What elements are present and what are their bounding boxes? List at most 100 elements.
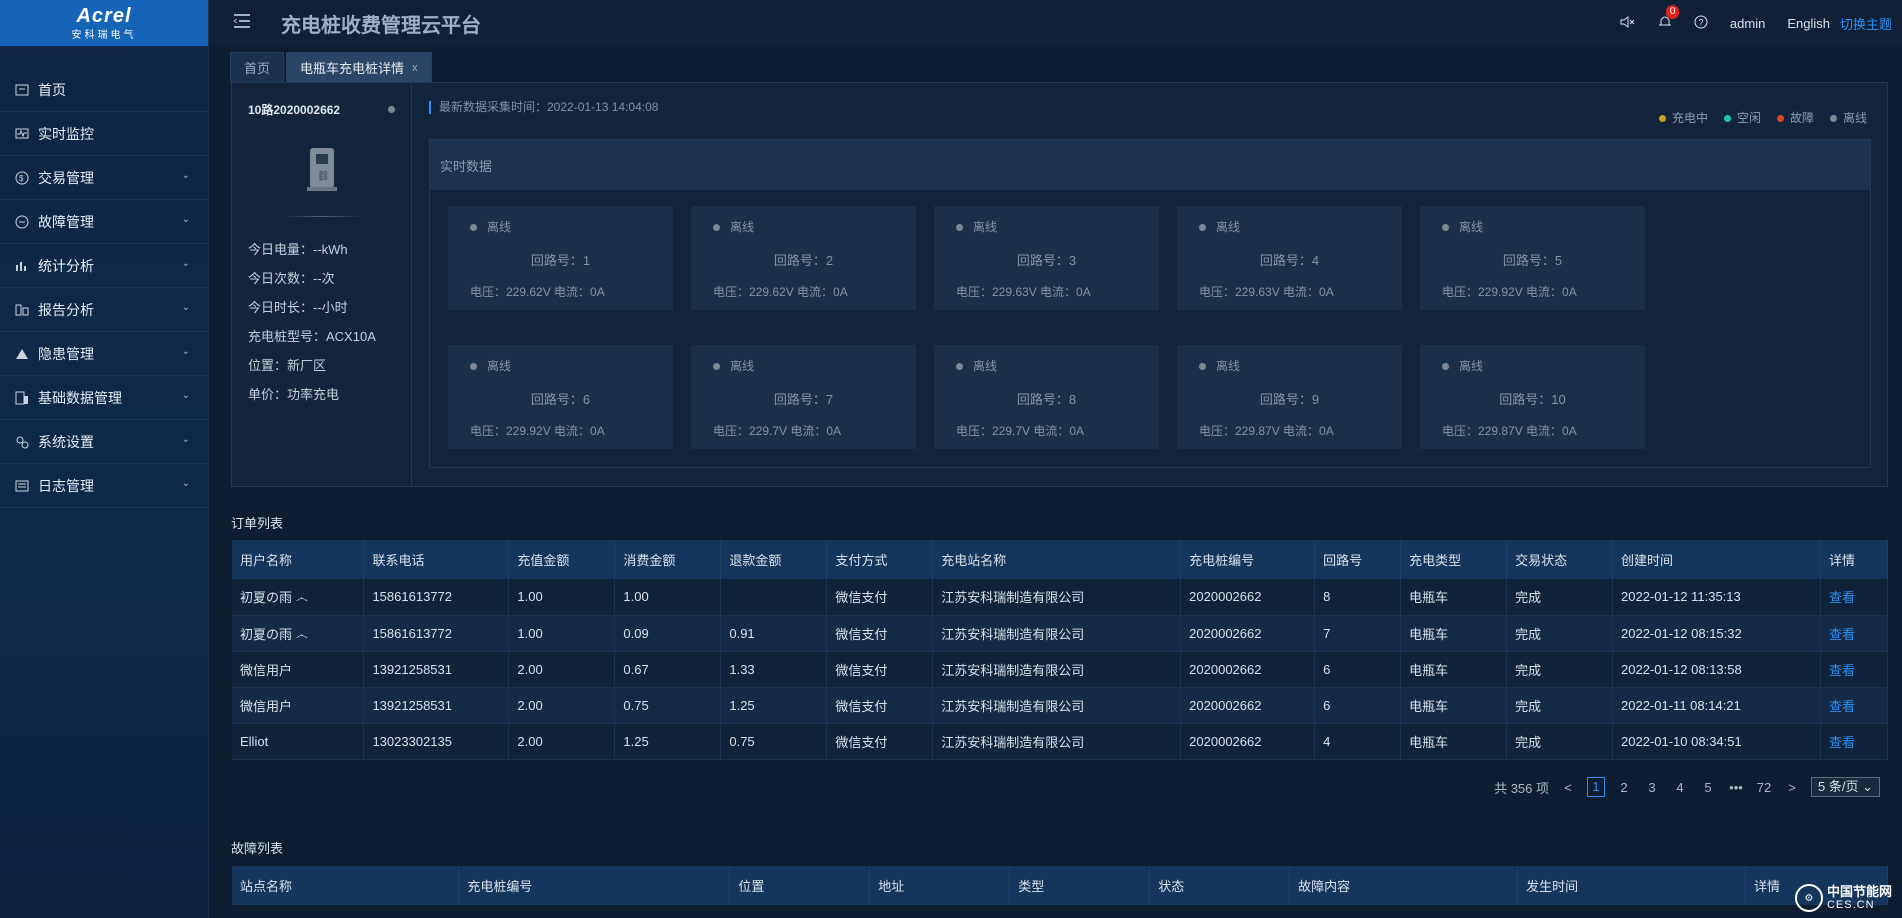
page-button[interactable]: 3 [1643,780,1661,795]
loop-number: 回路号：1 [530,253,591,268]
page-button-last[interactable]: 72 [1755,780,1773,795]
sidebar-item-basic-data[interactable]: 基础数据管理 ⌄ [0,376,208,420]
menu-toggle-icon[interactable] [233,13,253,33]
view-link[interactable]: 查看 [1820,615,1889,652]
user-menu[interactable]: admin [1730,16,1765,31]
realtime-title: 实时数据 [430,140,1870,190]
status-label: 离线 [973,359,998,373]
cell-time: 2022-01-12 08:13:58 [1612,651,1821,688]
loop-card[interactable]: 离线 回路号：3 电压：229.63V 电流：0A [934,206,1159,310]
loop-card[interactable]: 离线 回路号：8 电压：229.7V 电流：0A [934,345,1159,449]
chevron-down-icon: ⌄ [181,302,190,313]
more-pages-button[interactable]: ••• [1727,780,1745,795]
cell-payment: 微信支付 [826,579,934,616]
cell-time: 2022-01-11 08:14:21 [1612,687,1821,724]
page-size-select[interactable]: 5 条/页 ⌄ [1811,777,1880,797]
sidebar-item-settings[interactable]: 系统设置 ⌄ [0,420,208,464]
cell-user: 微信用户 [232,687,365,724]
acrel-logo[interactable]: Acrel 安科瑞电气 [0,0,208,46]
close-icon[interactable]: x [412,62,418,74]
sidebar-item-monitor[interactable]: 实时监控 [0,112,208,156]
sidebar: Acrel 安科瑞电气 首页 实时监控 $ 交易管理 ⌄ 故障管理 ⌄ 统计分析 ⌄ 报… [0,0,209,918]
view-link[interactable]: 查看 [1820,723,1889,760]
station-stats: 今日电量：--kWh 今日次数：--次 今日时长：--小时 充电桩型号：ACX1… [248,235,376,409]
loop-card[interactable]: 离线 回路号：2 电压：229.62V 电流：0A [691,206,916,310]
cell-user: 微信用户 [232,651,365,688]
realtime-data-box: 实时数据 离线 回路号：1 电压：229.62V 电流：0A 离线 回路号：2 电压：2… [429,139,1871,468]
status-dot [713,363,720,371]
loop-values: 电压：229.7V 电流：0A [956,424,1085,438]
sidebar-item-transaction[interactable]: $ 交易管理 ⌄ [0,156,208,200]
sidebar-item-hazard[interactable]: 隐患管理 ⌄ [0,332,208,376]
help-icon[interactable]: ? [1694,15,1708,32]
bell-icon[interactable]: 0 [1658,5,1680,32]
loop-card[interactable]: 离线 回路号：1 电压：229.62V 电流：0A [448,206,673,310]
cell-phone: 13921258531 [363,651,510,688]
table-header-row: 站点名称 充电桩编号 位置 地址 类型 状态 故障内容 发生时间 详情 [232,866,1889,905]
sidebar-item-label: 实时监控 [38,125,94,142]
view-link[interactable]: 查看 [1820,579,1889,616]
table-row: 初夏の雨 ෴ 15861613772 1.00 0.09 0.91 微信支付 江苏安科瑞制造… [232,615,1889,652]
sidebar-item-log[interactable]: 日志管理 ⌄ [0,464,208,508]
sidebar-item-report[interactable]: 报告分析 ⌄ [0,288,208,332]
next-page-button[interactable]: > [1783,780,1801,795]
page-button[interactable]: 4 [1671,780,1689,795]
loop-number: 回路号：2 [773,253,834,268]
loop-status: 离线 [470,218,511,235]
tab-pile-detail[interactable]: 电瓶车充电桩详情 x [286,52,432,82]
bar-chart-icon [14,258,30,274]
page-button[interactable]: 5 [1699,780,1717,795]
loop-card[interactable]: 离线 回路号：9 电压：229.87V 电流：0A [1177,345,1402,449]
column-header: 交易状态 [1506,540,1614,579]
cell-type: 电瓶车 [1400,615,1508,652]
data-timestamp: 最新数据采集时间：2022-01-13 14:04:08 [429,101,658,114]
sidebar-item-home[interactable]: 首页 [0,68,208,112]
legend-dot [1723,115,1731,123]
status-dot [1199,224,1206,232]
sidebar-item-fault[interactable]: 故障管理 ⌄ [0,200,208,244]
column-header: 类型 [1009,866,1151,905]
loop-number: 回路号：6 [530,392,591,407]
tab-home[interactable]: 首页 [230,52,285,82]
loop-values: 电压：229.63V 电流：0A [1199,285,1334,299]
monitor-icon [14,126,30,142]
fault-table: 站点名称 充电桩编号 位置 地址 类型 状态 故障内容 发生时间 详情 [232,866,1889,905]
sidebar-item-statistics[interactable]: 统计分析 ⌄ [0,244,208,288]
view-link[interactable]: 查看 [1820,651,1889,688]
page-button[interactable]: 2 [1615,780,1633,795]
view-link[interactable]: 查看 [1820,687,1889,724]
divider [282,216,362,217]
cell-loop: 6 [1314,687,1402,724]
fault-list-title: 故障列表 [231,841,284,856]
status-legend: 充电中 空闲 故障 离线 [1658,109,1867,126]
cell-payment: 微信支付 [826,687,934,724]
cell-status: 完成 [1506,651,1614,688]
page-button-current[interactable]: 1 [1587,777,1605,797]
log-icon [14,478,30,494]
sidebar-item-label: 交易管理 [38,169,94,186]
loop-values: 电压：229.92V 电流：0A [1442,285,1577,299]
today-energy: 今日电量：--kWh [248,242,348,257]
loop-card[interactable]: 离线 回路号：7 电压：229.7V 电流：0A [691,345,916,449]
mute-icon[interactable] [1620,15,1636,32]
theme-switch[interactable]: 切换主题 [1840,14,1892,33]
cell-loop: 7 [1314,615,1402,652]
loop-card[interactable]: 离线 回路号：10 电压：229.87V 电流：0A [1420,345,1645,449]
column-header: 用户名称 [232,540,365,579]
order-list-title: 订单列表 [231,516,284,531]
legend-label: 充电中 [1671,111,1708,125]
prev-page-button[interactable]: < [1559,780,1577,795]
language-switch[interactable]: English [1787,16,1830,31]
column-header: 站点名称 [232,866,460,905]
cell-phone: 13921258531 [363,687,510,724]
status-label: 离线 [1459,359,1484,373]
column-header: 发生时间 [1517,866,1746,905]
watermark: ⚙ 中国节能网 CES.CN [1794,884,1892,912]
loop-card[interactable]: 离线 回路号：5 电压：229.92V 电流：0A [1420,206,1645,310]
loop-number: 回路号：7 [773,392,834,407]
loop-card[interactable]: 离线 回路号：4 电压：229.63V 电流：0A [1177,206,1402,310]
cell-consumption: 0.67 [614,651,722,688]
column-header: 状态 [1149,866,1291,905]
loop-card[interactable]: 离线 回路号：6 电压：229.92V 电流：0A [448,345,673,449]
status-dot [713,224,720,232]
